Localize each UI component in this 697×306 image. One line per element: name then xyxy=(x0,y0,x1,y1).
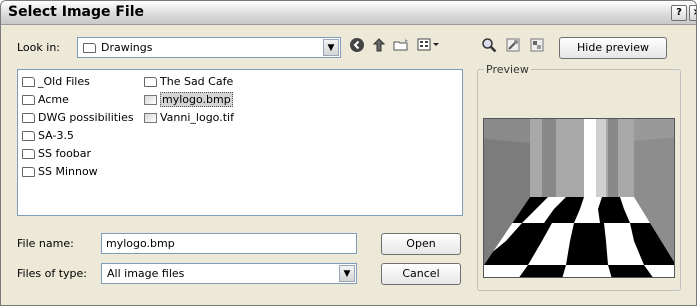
list-item-mylogo-bmp[interactable]: mylogo.bmp xyxy=(144,91,233,109)
cancel-button[interactable]: Cancel xyxy=(381,263,461,285)
close-button[interactable]: × xyxy=(689,5,696,21)
folder-icon xyxy=(22,77,35,87)
folder-icon xyxy=(22,131,35,141)
find-icon[interactable] xyxy=(503,37,523,57)
file-name-label: File name: xyxy=(17,237,74,250)
hide-preview-button[interactable]: Hide preview xyxy=(559,37,667,59)
title-bar[interactable]: Select Image File ? × xyxy=(1,1,696,25)
list-item-sa-3-5[interactable]: SA-3.5 xyxy=(22,127,74,145)
file-name-field[interactable]: mylogo.bmp xyxy=(101,233,357,254)
list-item-old-files[interactable]: _Old Files xyxy=(22,73,90,91)
up-folder-icon[interactable] xyxy=(369,37,389,57)
folder-icon xyxy=(22,113,35,123)
preview-image xyxy=(483,118,675,278)
files-of-type-value: All image files xyxy=(107,267,185,280)
new-folder-icon[interactable] xyxy=(391,37,411,57)
magnifier-icon[interactable] xyxy=(479,37,499,57)
files-of-type-select[interactable]: All image files ▼ xyxy=(101,263,357,284)
preview-group: Preview xyxy=(477,63,681,291)
folder-icon xyxy=(83,43,96,53)
bitmap-file-icon xyxy=(144,95,157,105)
image-file-icon xyxy=(144,113,157,123)
look-in-label: Look in: xyxy=(17,41,60,54)
files-of-type-label: Files of type: xyxy=(17,267,88,280)
help-button[interactable]: ? xyxy=(671,5,687,21)
list-item-ss-foobar[interactable]: SS foobar xyxy=(22,145,91,163)
folder-icon xyxy=(22,95,35,105)
folder-icon xyxy=(144,77,157,87)
look-in-combo[interactable]: Drawings ▼ xyxy=(77,37,341,58)
views-menu-icon[interactable] xyxy=(415,37,443,57)
chevron-down-icon[interactable]: ▼ xyxy=(323,39,339,56)
list-item-ss-minnow[interactable]: SS Minnow xyxy=(22,163,98,181)
folder-icon xyxy=(22,149,35,159)
back-arrow-icon[interactable] xyxy=(347,37,367,57)
look-in-value: Drawings xyxy=(101,41,153,54)
list-item-acme[interactable]: Acme xyxy=(22,91,69,109)
select-image-file-dialog: Select Image File ? × Look in: Drawings … xyxy=(0,0,697,306)
folder-icon xyxy=(22,167,35,177)
preview-label: Preview xyxy=(484,63,531,76)
list-item-vanni-logo-tif[interactable]: Vanni_logo.tif xyxy=(144,109,234,127)
file-list[interactable]: _Old Files Acme DWG possibilities SA-3.5… xyxy=(17,69,463,216)
list-item-dwg-possibilities[interactable]: DWG possibilities xyxy=(22,109,134,127)
open-button[interactable]: Open xyxy=(381,233,461,255)
chevron-down-icon[interactable]: ▼ xyxy=(339,265,355,282)
dialog-title: Select Image File xyxy=(8,4,145,20)
list-item-the-sad-cafe[interactable]: The Sad Cafe xyxy=(144,73,233,91)
tools-icon[interactable] xyxy=(527,37,547,57)
